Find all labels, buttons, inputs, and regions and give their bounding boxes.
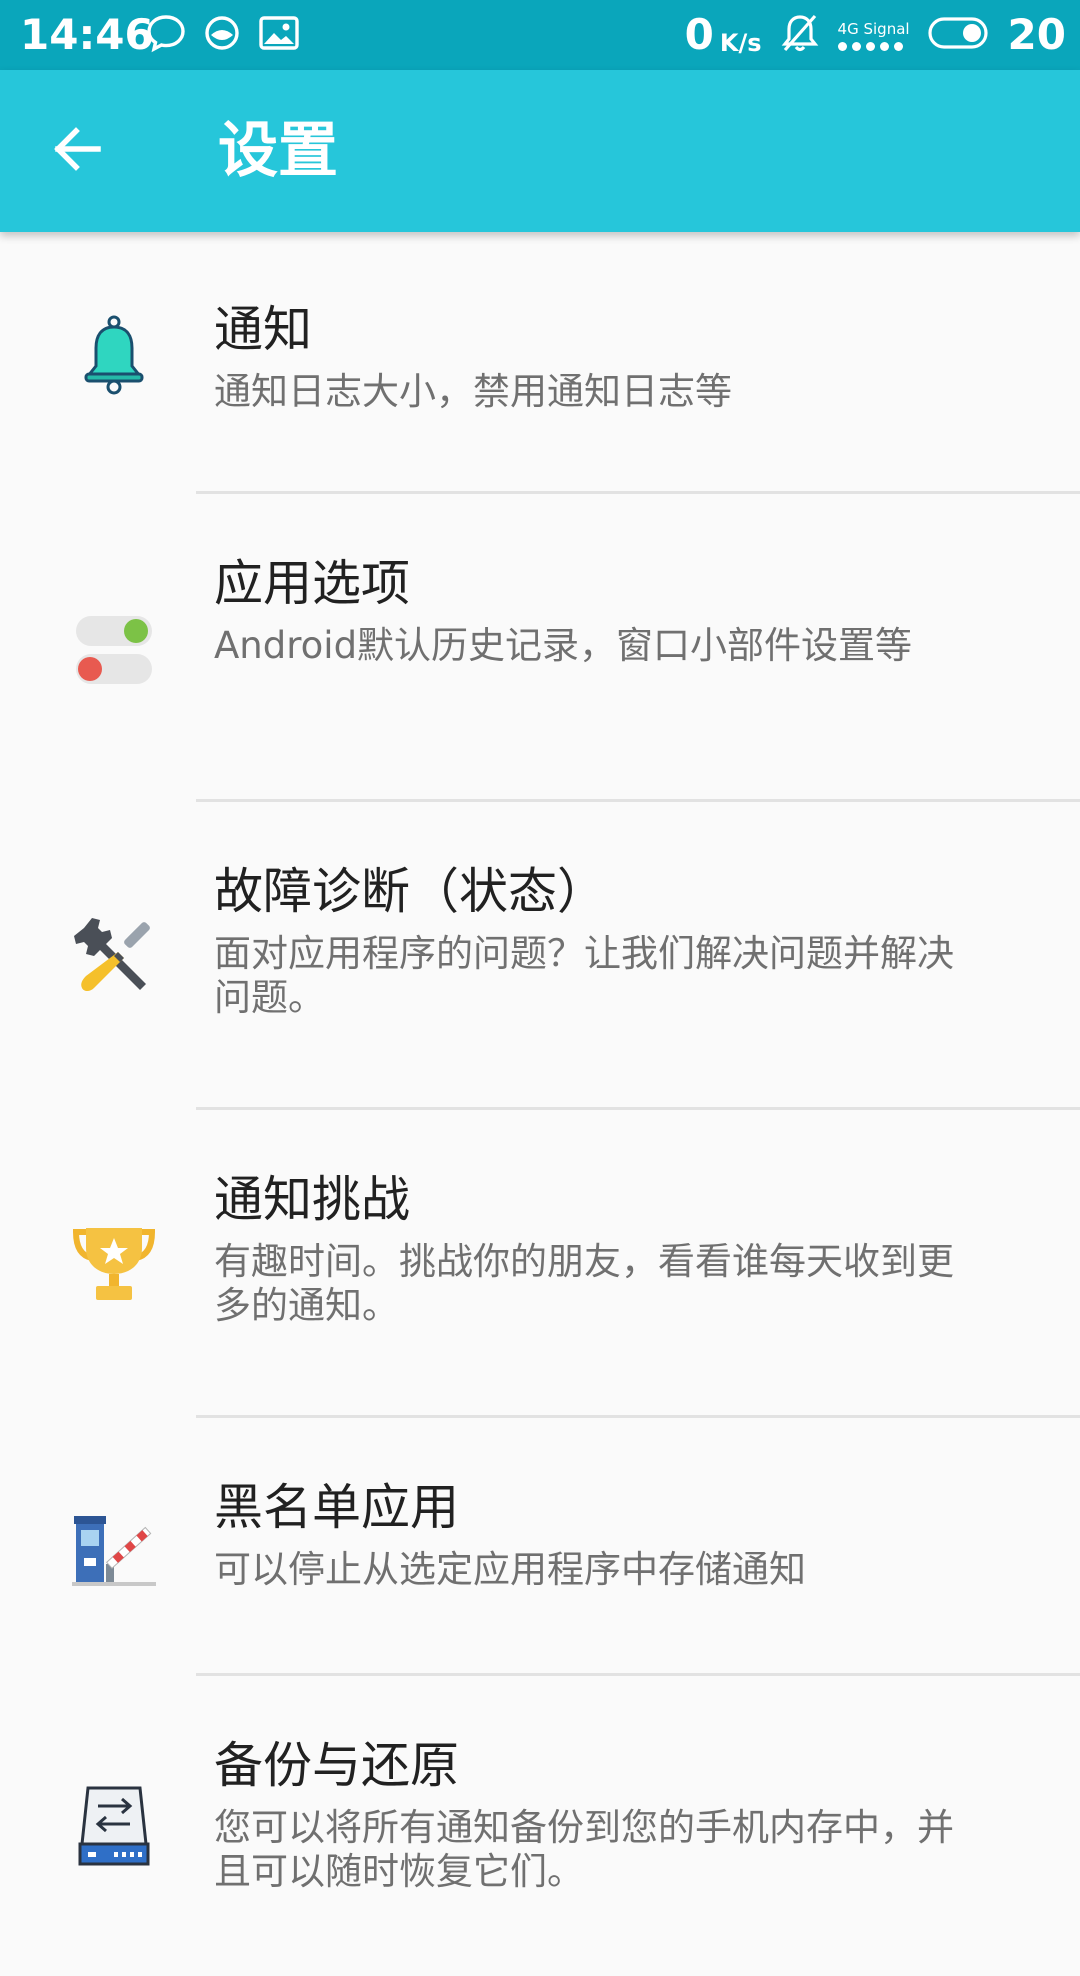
muted-bell-icon (780, 12, 820, 58)
settings-item-subtitle: 面对应用程序的问题？让我们解决问题并解决问题。 (214, 932, 954, 1019)
settings-item-subtitle: Android默认历史记录，窗口小部件设置等 (214, 624, 913, 667)
settings-item-subtitle: 您可以将所有通知备份到您的手机内存中，并且可以随时恢复它们。 (214, 1806, 954, 1893)
settings-item-app-options[interactable]: 应用选项 Android默认历史记录，窗口小部件设置等 (0, 494, 1080, 802)
bell-icon (72, 314, 156, 398)
battery-icon (927, 16, 990, 54)
settings-item-title: 故障诊断（状态） (214, 863, 607, 920)
app-bar: 设置 (0, 70, 1080, 232)
barrier-gate-icon (72, 1506, 156, 1590)
settings-item-subtitle: 可以停止从选定应用程序中存储通知 (214, 1548, 806, 1591)
backup-drive-icon (72, 1784, 156, 1868)
settings-item-subtitle: 通知日志大小，禁用通知日志等 (214, 370, 732, 413)
status-time: 14:46 (20, 10, 154, 59)
settings-item-notifications[interactable]: 通知 通知日志大小，禁用通知日志等 (0, 232, 1080, 494)
settings-item-title: 黑名单应用 (214, 1479, 460, 1536)
settings-item-text: 通知挑战 有趣时间。挑战你的朋友，看看谁每天收到更多的通知。 (214, 1170, 980, 1328)
arrow-left-icon (50, 122, 104, 180)
settings-item-text: 故障诊断（状态） 面对应用程序的问题？让我们解决问题并解决问题。 (214, 862, 980, 1020)
settings-item-text: 应用选项 Android默认历史记录，窗口小部件设置等 (214, 554, 980, 668)
status-notification-icons (146, 13, 300, 57)
settings-list: 通知 通知日志大小，禁用通知日志等 应用选项 Android默认历史记录，窗口小… (0, 232, 1080, 1976)
settings-item-title: 通知 (214, 301, 313, 358)
status-system-indicators: 0 K/s 4G Signal 20 (685, 8, 1066, 62)
network-speed-unit: K/s (719, 29, 762, 57)
network-speed-value: 0 (684, 10, 714, 59)
signal-strength-dots (837, 41, 903, 51)
settings-item-title: 通知挑战 (214, 1171, 411, 1228)
settings-item-subtitle: 有趣时间。挑战你的朋友，看看谁每天收到更多的通知。 (214, 1240, 954, 1327)
settings-item-text: 备份与还原 您可以将所有通知备份到您的手机内存中，并且可以随时恢复它们。 (214, 1736, 980, 1894)
sync-icon (202, 13, 242, 57)
image-icon (258, 13, 300, 57)
signal-label: 4G Signal (837, 19, 910, 38)
settings-item-text: 黑名单应用 可以停止从选定应用程序中存储通知 (214, 1478, 980, 1592)
signal-indicator: 4G Signal (837, 19, 910, 51)
trophy-icon (72, 1222, 156, 1306)
battery-level: 20 (1007, 10, 1066, 59)
settings-item-title: 应用选项 (214, 555, 411, 612)
back-button[interactable] (40, 114, 114, 188)
settings-item-text: 通知 通知日志大小，禁用通知日志等 (214, 300, 980, 414)
network-speed: 0 K/s (685, 12, 762, 58)
settings-item-troubleshooting[interactable]: 故障诊断（状态） 面对应用程序的问题？让我们解决问题并解决问题。 (0, 802, 1080, 1110)
settings-item-blacklist-apps[interactable]: 黑名单应用 可以停止从选定应用程序中存储通知 (0, 1418, 1080, 1676)
tools-icon (72, 914, 156, 998)
settings-item-title: 备份与还原 (214, 1737, 460, 1794)
settings-item-notification-challenge[interactable]: 通知挑战 有趣时间。挑战你的朋友，看看谁每天收到更多的通知。 (0, 1110, 1080, 1418)
toggle-switches-icon (72, 606, 156, 690)
settings-item-backup-restore[interactable]: 备份与还原 您可以将所有通知备份到您的手机内存中，并且可以随时恢复它们。 (0, 1676, 1080, 1976)
status-bar: 14:46 0 K/s 4G Signal 20 (0, 0, 1080, 70)
chat-bubble-icon (146, 13, 186, 57)
page-title: 设置 (218, 116, 338, 186)
